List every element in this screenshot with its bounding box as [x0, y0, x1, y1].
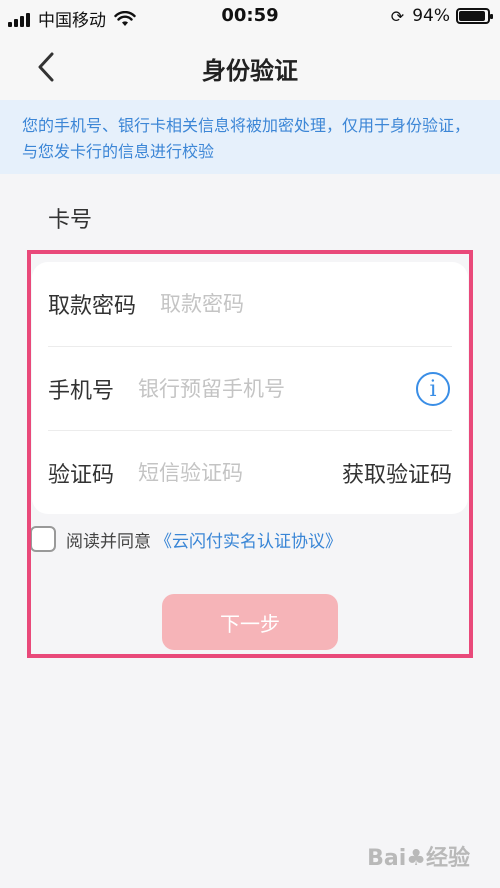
- card-number-row: 卡号: [48, 202, 324, 234]
- card-number-masked: [104, 207, 324, 227]
- battery-icon: [456, 8, 493, 24]
- pin-input[interactable]: [160, 292, 361, 316]
- phone-label: 手机号: [48, 378, 115, 404]
- agreement-row: 阅读并同意 《云闪付实名认证协议》: [30, 526, 342, 552]
- battery-percent: 94%: [412, 6, 450, 26]
- code-label: 验证码: [48, 462, 115, 488]
- battery-fill: [459, 11, 486, 21]
- rotation-lock-icon: ⟳: [390, 6, 405, 26]
- nav-bar: 身份验证: [0, 34, 500, 100]
- agreement-checkbox[interactable]: [30, 526, 56, 552]
- security-notice: 您的手机号、银行卡相关信息将被加密处理，仅用于身份验证，与您发卡行的信息进行校验: [0, 100, 500, 174]
- agreement-link[interactable]: 《云闪付实名认证协议》: [155, 527, 342, 552]
- code-field-row: 验证码 获取验证码: [48, 430, 452, 514]
- info-icon[interactable]: i: [416, 372, 450, 406]
- phone-field-row: 手机号 i: [48, 346, 452, 430]
- verification-form: 取款密码 手机号 i 验证码 获取验证码: [32, 262, 468, 514]
- next-step-button[interactable]: 下一步: [162, 594, 338, 650]
- get-code-button[interactable]: 获取验证码: [342, 457, 452, 489]
- status-bar: 中国移动 00:59 ⟳ 94%: [0, 0, 500, 34]
- page-title: 身份验证: [202, 57, 298, 85]
- code-input[interactable]: [138, 460, 339, 485]
- pin-field-row: 取款密码: [48, 262, 452, 346]
- card-number-label: 卡号: [48, 208, 93, 233]
- phone-input[interactable]: [138, 376, 339, 401]
- pin-label: 取款密码: [48, 294, 137, 319]
- watermark-logo: Bai♣经验: [367, 846, 470, 871]
- agreement-text: 阅读并同意: [66, 531, 151, 552]
- status-right: ⟳ 94%: [390, 6, 493, 26]
